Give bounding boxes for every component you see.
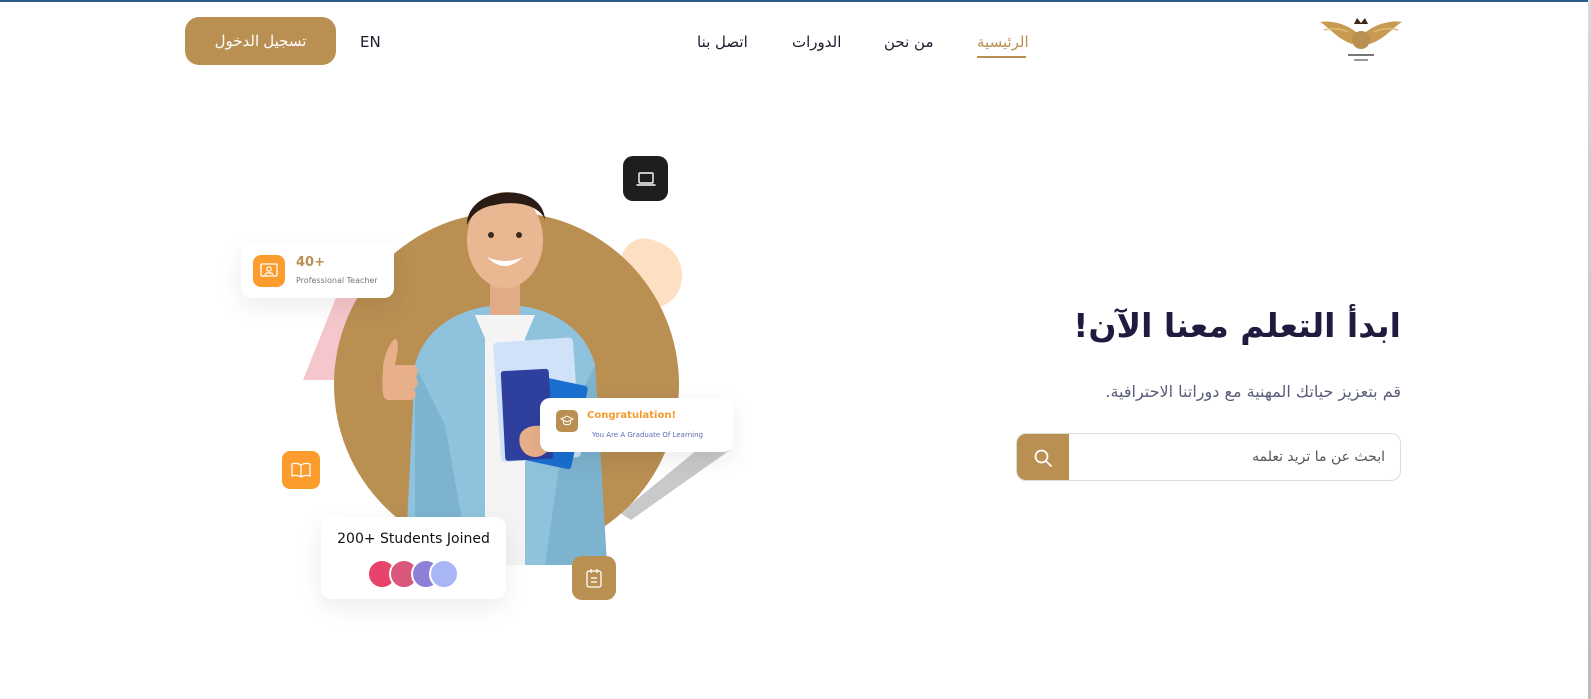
laptop-icon bbox=[635, 171, 656, 186]
student-avatars bbox=[367, 559, 462, 591]
notepad-icon bbox=[586, 569, 602, 588]
student-photo bbox=[382, 192, 607, 565]
hero-title: ابدأ التعلم معنا الآن! bbox=[1073, 306, 1401, 345]
search-button[interactable] bbox=[1017, 434, 1069, 480]
login-button[interactable]: تسجيل الدخول bbox=[185, 17, 336, 65]
teacher-badge bbox=[253, 255, 285, 287]
graduation-badge bbox=[556, 410, 578, 432]
students-joined-label: 200+ Students Joined bbox=[337, 531, 490, 547]
teacher-count-card: 40+ Professional Teacher bbox=[241, 243, 394, 298]
search-input[interactable] bbox=[1077, 434, 1395, 480]
crown-wings-logo[interactable] bbox=[1318, 14, 1404, 64]
teacher-count: 40+ bbox=[296, 255, 325, 270]
search-bar bbox=[1016, 433, 1401, 481]
open-book-icon bbox=[291, 462, 311, 478]
book-tile bbox=[282, 451, 320, 489]
laptop-tile bbox=[623, 156, 668, 201]
congratulation-card: Congratulation! You Are A Graduate Of Le… bbox=[540, 398, 733, 452]
students-joined-card: 200+ Students Joined bbox=[321, 517, 506, 599]
language-switch[interactable]: EN bbox=[360, 33, 381, 51]
nav-home[interactable]: الرئيسية bbox=[977, 33, 1029, 51]
nav-about[interactable]: من نحن bbox=[884, 33, 934, 51]
nav-active-underline bbox=[977, 56, 1026, 58]
congrats-title: Congratulation! bbox=[587, 410, 676, 421]
avatar bbox=[429, 559, 459, 589]
teacher-board-icon bbox=[260, 263, 278, 277]
search-icon bbox=[1034, 449, 1052, 467]
congrats-subtitle: You Are A Graduate Of Learning bbox=[592, 431, 703, 439]
note-tile bbox=[572, 556, 616, 600]
site-header: الرئيسية من نحن الدورات اتصل بنا EN تسجي… bbox=[0, 0, 1591, 84]
teacher-label: Professional Teacher bbox=[296, 276, 378, 285]
nav-courses[interactable]: الدورات bbox=[792, 33, 841, 51]
graduation-cap-icon bbox=[560, 415, 574, 426]
hero-subtitle: قم بتعزيز حياتك المهنية مع دوراتنا الاحت… bbox=[1105, 382, 1401, 401]
nav-contact[interactable]: اتصل بنا bbox=[697, 33, 748, 51]
hero-illustration: 40+ Professional Teacher Congratulation!… bbox=[230, 150, 750, 610]
